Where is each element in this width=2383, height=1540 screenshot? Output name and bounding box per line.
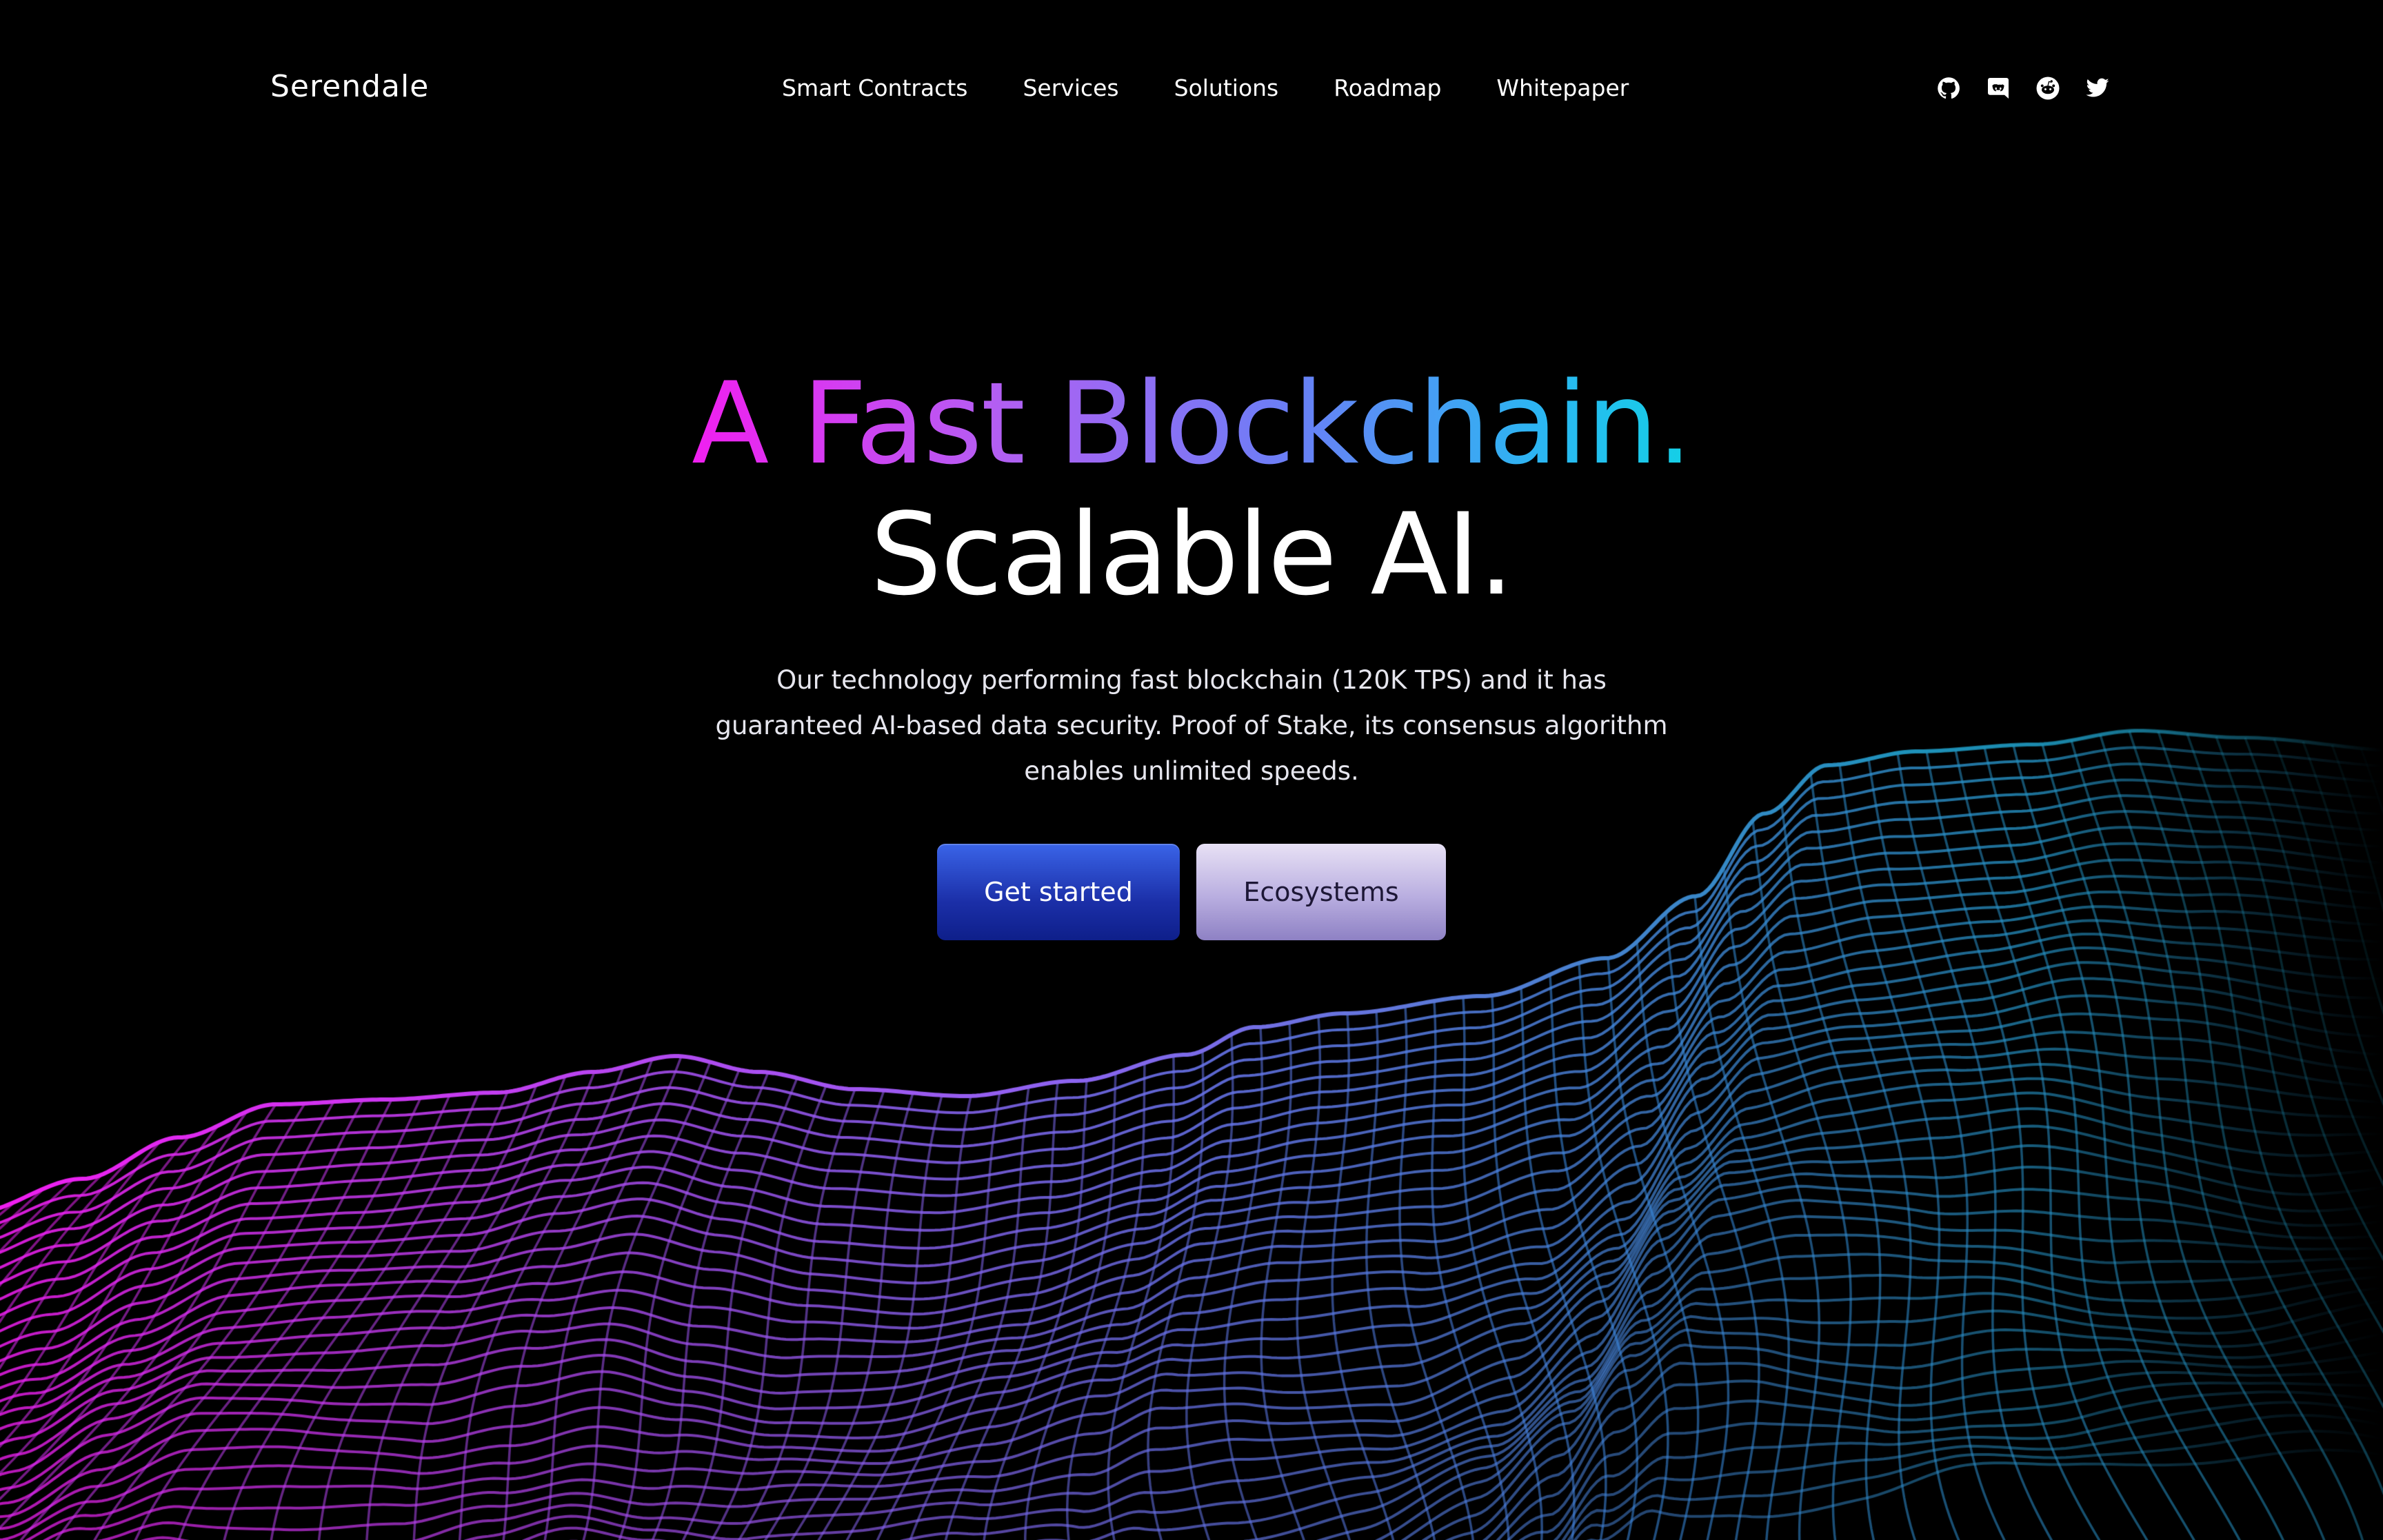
ecosystems-button[interactable]: Ecosystems (1196, 844, 1446, 940)
reddit-icon[interactable] (2035, 76, 2060, 101)
headline-white-line: Scalable AI. (869, 489, 1514, 620)
get-started-button[interactable]: Get started (937, 844, 1180, 940)
navbar: Serendale Smart Contracts Services Solut… (0, 0, 2383, 179)
hero-section: A Fast Blockchain. Scalable AI. Our tech… (0, 358, 2383, 940)
hero-headline: A Fast Blockchain. Scalable AI. (0, 358, 2383, 620)
nav-links: Smart Contracts Services Solutions Roadm… (782, 74, 1629, 101)
nav-link-smart-contracts[interactable]: Smart Contracts (782, 74, 967, 101)
twitter-icon[interactable] (2085, 76, 2110, 101)
discord-icon[interactable] (1986, 76, 2011, 101)
github-icon[interactable] (1936, 76, 1961, 101)
hero-subtitle: Our technology performing fast blockchai… (715, 665, 1668, 786)
brand-logo[interactable]: Serendale (270, 69, 429, 104)
nav-link-roadmap[interactable]: Roadmap (1334, 74, 1441, 101)
nav-link-services[interactable]: Services (1023, 74, 1118, 101)
social-links (1936, 76, 2110, 101)
cta-buttons: Get started Ecosystems (0, 844, 2383, 940)
nav-link-solutions[interactable]: Solutions (1174, 74, 1279, 101)
nav-link-whitepaper[interactable]: Whitepaper (1496, 74, 1629, 101)
headline-gradient-line: A Fast Blockchain. (692, 358, 1693, 489)
